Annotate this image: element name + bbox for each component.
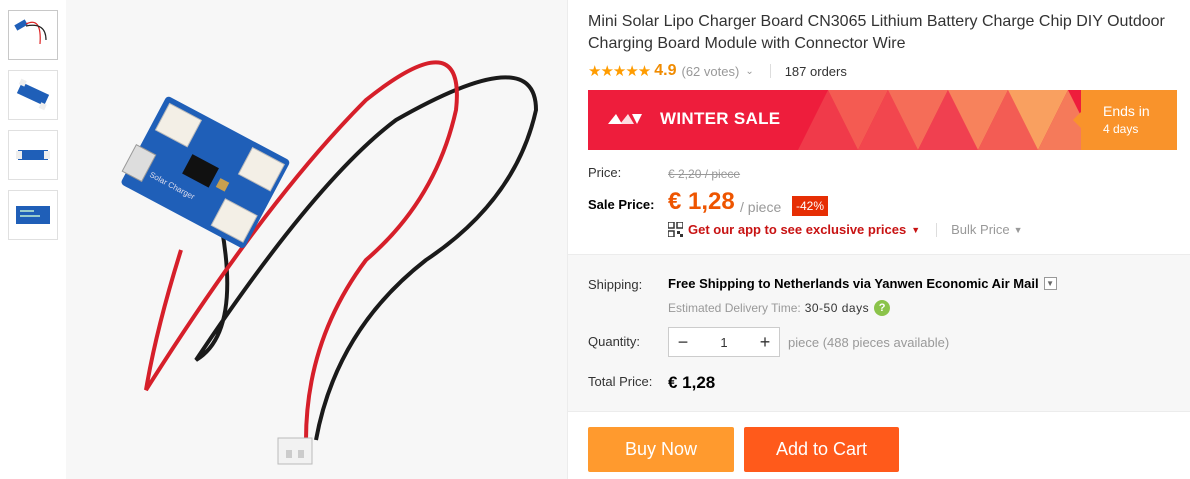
rating-row: ★★★★★ 4.9 (62 votes) ⌄ 187 orders xyxy=(588,61,847,81)
sale-banner[interactable]: WINTER SALE Ends in 4 days xyxy=(588,90,1177,150)
sale-banner-text: WINTER SALE xyxy=(660,109,781,128)
increase-quantity-button[interactable]: + xyxy=(751,328,779,356)
product-thumbnail-image xyxy=(14,19,47,45)
ends-notch xyxy=(1073,112,1081,128)
help-icon[interactable]: ? xyxy=(874,300,891,316)
caret-down-icon[interactable]: ▼ xyxy=(1014,225,1023,235)
decrease-quantity-button[interactable]: − xyxy=(669,328,697,356)
quantity-stepper: − + xyxy=(668,327,780,357)
thumbnail-1[interactable] xyxy=(8,10,58,60)
quantity-available: piece (488 pieces available) xyxy=(788,335,950,350)
total-price: € 1,28 xyxy=(668,373,716,392)
ends-in-days: 4 days xyxy=(1103,122,1139,136)
original-price: € 2,20 / piece xyxy=(668,167,741,181)
delivery-days: 30-50 days xyxy=(804,301,870,315)
sale-price-label: Sale Price: xyxy=(588,197,655,212)
discount-badge: -42% xyxy=(792,196,829,216)
thumbnail-list xyxy=(8,10,58,250)
rating-value: 4.9 xyxy=(654,62,677,79)
sale-price: € 1,28 xyxy=(668,188,735,215)
product-thumbnail-image xyxy=(16,150,50,160)
divider xyxy=(936,222,938,237)
app-promo-row: Get our app to see exclusive prices ▼ Bu… xyxy=(668,222,1023,237)
product-thumbnail-image xyxy=(16,206,50,224)
caret-down-icon[interactable]: ▼ xyxy=(911,225,920,235)
orders-count: 187 orders xyxy=(784,63,847,79)
countdown-box: Ends in 4 days xyxy=(1081,90,1177,150)
price-label: Price: xyxy=(588,165,622,180)
thumbnail-4[interactable] xyxy=(8,190,58,240)
quantity-label: Quantity: xyxy=(588,334,641,349)
shipping-label: Shipping: xyxy=(588,277,643,292)
chevron-down-icon[interactable]: ▼ xyxy=(1043,277,1057,290)
delivery-estimate: Estimated Delivery Time: 30-50 days ? xyxy=(668,300,891,316)
shipping-info: Free Shipping to Netherlands via Yanwen … xyxy=(668,276,1057,291)
delivery-label: Estimated Delivery Time: xyxy=(668,301,801,315)
per-piece-unit: / piece xyxy=(740,199,782,215)
thumbnail-2[interactable] xyxy=(8,70,58,120)
banner-pattern xyxy=(798,90,1098,150)
sale-logo-icon xyxy=(608,114,642,124)
rating-stars-icon: ★★★★★ xyxy=(588,63,651,80)
product-photo: Solar Charger xyxy=(121,60,539,465)
qr-code-icon xyxy=(668,222,683,237)
chevron-down-icon[interactable]: ⌄ xyxy=(745,66,753,77)
bulk-price-link[interactable]: Bulk Price xyxy=(951,222,1010,237)
app-exclusive-prices-link[interactable]: Get our app to see exclusive prices xyxy=(688,222,906,237)
product-title: Mini Solar Lipo Charger Board CN3065 Lit… xyxy=(588,13,1165,52)
buy-now-button[interactable]: Buy Now xyxy=(588,427,734,472)
product-thumbnail-image xyxy=(16,78,50,111)
ends-in-label: Ends in xyxy=(1103,103,1150,119)
add-to-cart-button[interactable]: Add to Cart xyxy=(744,427,899,472)
divider xyxy=(769,64,771,78)
thumbnail-3[interactable] xyxy=(8,130,58,180)
total-price-label: Total Price: xyxy=(588,374,653,389)
section-divider xyxy=(568,411,1190,412)
main-product-image[interactable]: Solar Charger xyxy=(66,0,568,479)
shipping-method: Free Shipping to Netherlands via Yanwen … xyxy=(668,276,1039,291)
votes-link[interactable]: (62 votes) xyxy=(682,64,740,79)
quantity-input[interactable] xyxy=(697,334,751,350)
